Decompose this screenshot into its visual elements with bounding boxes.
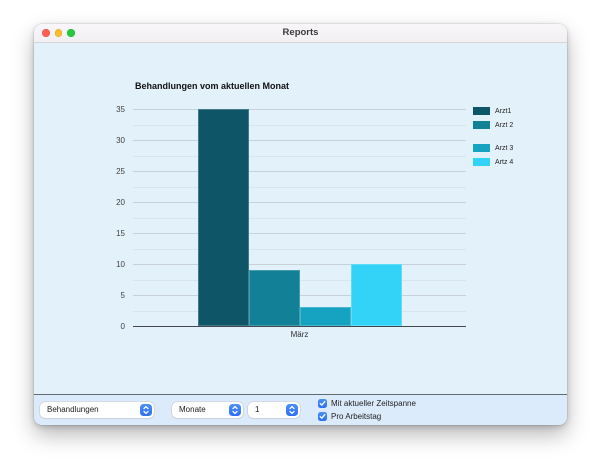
chart-title: Behandlungen vom aktuellen Monat: [135, 81, 289, 91]
legend-item: Artz 4: [473, 158, 513, 166]
title-bar[interactable]: Reports: [34, 24, 567, 43]
checkbox-label: Pro Arbeitstag: [331, 412, 381, 421]
legend-label: Arzt1: [495, 108, 511, 115]
popup-stepper-icon: [286, 404, 298, 416]
y-axis-tick-label: 15: [103, 229, 125, 238]
major-gridline: [133, 264, 466, 265]
legend-label: Artz 4: [495, 159, 513, 166]
minor-gridline: [133, 249, 466, 250]
legend-label: Arzt 3: [495, 145, 513, 152]
major-gridline: [133, 140, 466, 141]
chart-legend: Arzt1 Arzt 2 Arzt 3 Artz 4: [473, 107, 513, 172]
period-value: Monate: [179, 405, 206, 414]
report-type-value: Behandlungen: [47, 405, 99, 414]
bar-arzt-2: [249, 270, 300, 326]
major-gridline: [133, 233, 466, 234]
popup-stepper-icon: [140, 404, 152, 416]
reports-window: Reports Behandlungen vom aktuellen Monat…: [34, 24, 567, 425]
minor-gridline: [133, 187, 466, 188]
x-axis-category-label: März: [133, 330, 466, 339]
checkbox-checked[interactable]: [318, 412, 327, 421]
bar-artz-4: [351, 264, 402, 326]
checkbox-row: Mit aktueller Zeitspanne: [318, 397, 416, 409]
legend-item: Arzt 2: [473, 121, 513, 129]
period-select[interactable]: Monate: [172, 402, 243, 418]
count-value: 1: [255, 405, 259, 414]
y-axis-tick-label: 35: [103, 105, 125, 114]
y-axis-tick-label: 5: [103, 291, 125, 300]
minor-gridline: [133, 218, 466, 219]
x-axis-line: [133, 326, 466, 327]
major-gridline: [133, 202, 466, 203]
bar-arzt1: [198, 109, 249, 326]
major-gridline: [133, 171, 466, 172]
checkbox-row: Pro Arbeitstag: [318, 410, 416, 422]
major-gridline: [133, 109, 466, 110]
y-axis-tick-label: 30: [103, 136, 125, 145]
count-select[interactable]: 1: [248, 402, 300, 418]
bar-chart-plot: März: [133, 109, 466, 326]
window-title: Reports: [34, 24, 567, 42]
bar-arzt-3: [300, 307, 351, 326]
y-axis-tick-label: 10: [103, 260, 125, 269]
minor-gridline: [133, 125, 466, 126]
legend-label: Arzt 2: [495, 122, 513, 129]
y-axis-tick-label: 20: [103, 198, 125, 207]
legend-swatch-icon: [473, 158, 490, 166]
report-type-select[interactable]: Behandlungen: [40, 402, 154, 418]
y-axis-tick-label: 25: [103, 167, 125, 176]
checkbox-label: Mit aktueller Zeitspanne: [331, 399, 416, 408]
legend-swatch-icon: [473, 144, 490, 152]
bottom-control-bar: Behandlungen Monate 1 Mit aktueller Zeit…: [34, 394, 567, 425]
chart-area: Behandlungen vom aktuellen Monat März 0 5…: [34, 43, 567, 395]
y-axis-tick-label: 0: [103, 322, 125, 331]
checkbox-group: Mit aktueller Zeitspanne Pro Arbeitstag: [318, 397, 416, 423]
legend-swatch-icon: [473, 107, 490, 115]
popup-stepper-icon: [229, 404, 241, 416]
legend-item: Arzt1: [473, 107, 513, 115]
checkbox-checked[interactable]: [318, 399, 327, 408]
minor-gridline: [133, 156, 466, 157]
legend-item: Arzt 3: [473, 144, 513, 152]
legend-swatch-icon: [473, 121, 490, 129]
